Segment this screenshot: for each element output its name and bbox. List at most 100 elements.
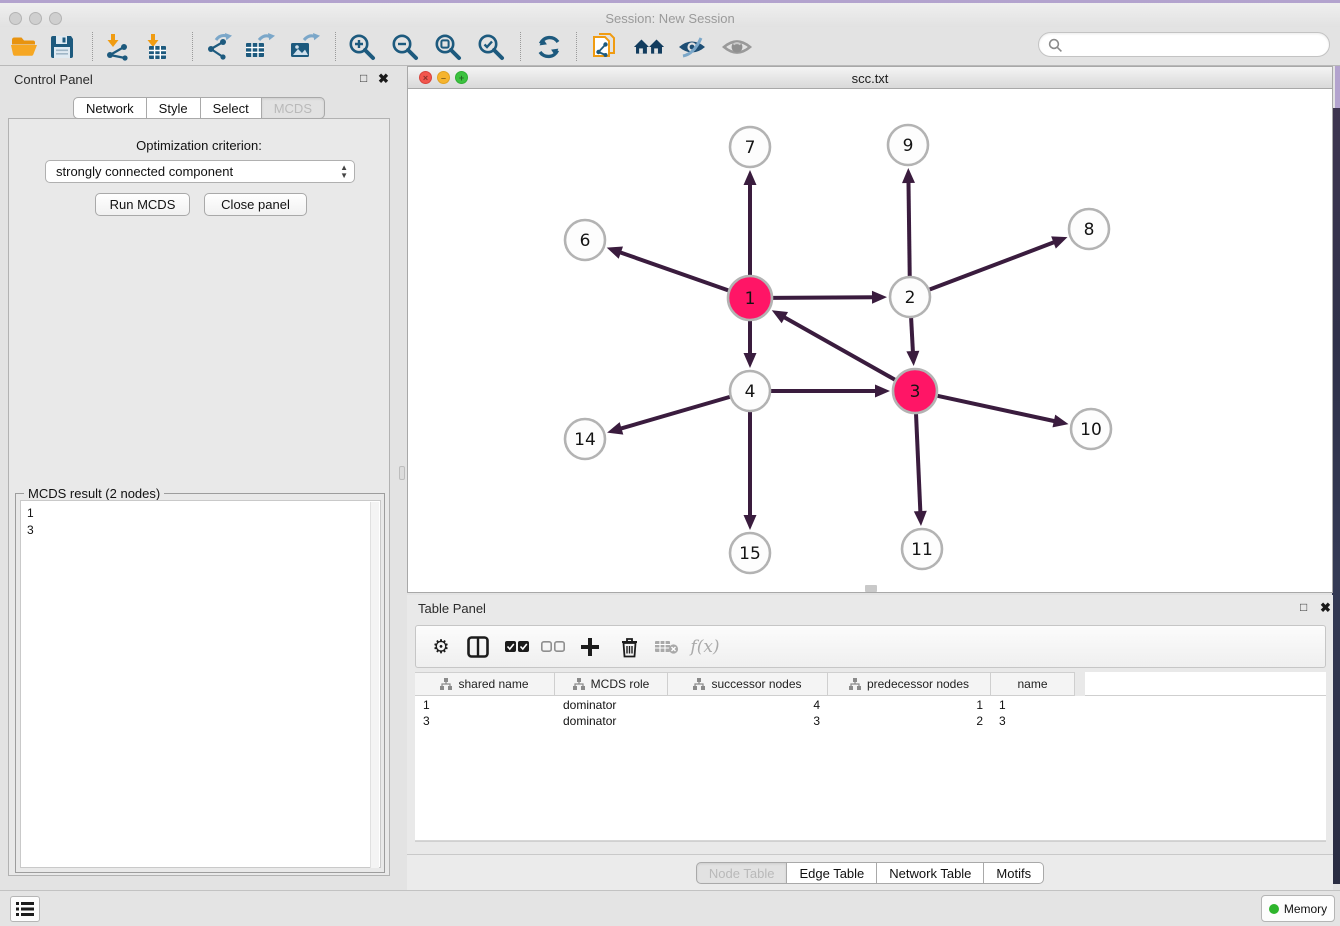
mcds-result-item: 3	[27, 522, 374, 539]
hierarchy-icon	[693, 678, 705, 690]
control-panel-float-icon[interactable]: □	[360, 71, 367, 85]
optimization-criterion-label: Optimization criterion:	[9, 138, 389, 153]
network-canvas-svg[interactable]: 7968124314101511	[408, 89, 1332, 593]
export-network-icon[interactable]	[203, 31, 235, 63]
cell: dominator	[555, 697, 668, 713]
zoom-fit-icon[interactable]	[432, 31, 464, 63]
graph-edge-2-8[interactable]	[930, 241, 1057, 289]
column-header-MCDS-role[interactable]: MCDS role	[555, 673, 668, 695]
graph-edge-3-10[interactable]	[937, 396, 1056, 422]
control-panel-body: Optimization criterion: strongly connect…	[8, 118, 390, 876]
export-table-icon[interactable]	[243, 31, 275, 63]
cell: 1	[991, 697, 1075, 713]
status-bar: Memory	[0, 890, 1340, 926]
cell: 1	[415, 697, 555, 713]
network-window-titlebar[interactable]: × – + scc.txt	[408, 67, 1332, 89]
edge-arrowhead	[902, 168, 915, 183]
task-history-button[interactable]	[10, 896, 40, 922]
zoom-selected-icon[interactable]	[475, 31, 507, 63]
zoom-in-icon[interactable]	[346, 31, 378, 63]
graph-node-label: 4	[745, 382, 756, 402]
tab-motifs[interactable]: Motifs	[984, 862, 1044, 884]
column-header-name[interactable]: name	[991, 673, 1075, 695]
graph-edge-3-1[interactable]	[782, 316, 895, 380]
hide-eye-icon[interactable]	[676, 31, 708, 63]
graph-edge-4-14[interactable]	[619, 397, 730, 429]
save-icon[interactable]	[46, 31, 78, 63]
mcds-result-groupbox: MCDS result (2 nodes) 13	[15, 493, 385, 873]
cell: 3	[668, 713, 828, 729]
home-neighbors-icon[interactable]	[633, 31, 665, 63]
run-mcds-button[interactable]: Run MCDS	[95, 193, 190, 216]
desktop-background-strip	[1332, 108, 1340, 884]
delete-table-icon[interactable]	[652, 632, 682, 662]
edge-arrowhead	[607, 422, 623, 434]
function-builder-icon[interactable]: f(x)	[688, 632, 722, 662]
tab-node-table[interactable]: Node Table	[696, 862, 788, 884]
tab-network-table[interactable]: Network Table	[877, 862, 984, 884]
close-panel-button[interactable]: Close panel	[204, 193, 307, 216]
import-network-icon[interactable]	[101, 31, 133, 63]
delete-column-icon[interactable]	[616, 632, 642, 662]
column-header-shared-name[interactable]: shared name	[415, 673, 555, 695]
tab-style[interactable]: Style	[147, 97, 201, 119]
splitter-handle[interactable]	[399, 466, 405, 480]
table-row[interactable]: 3dominator323	[415, 713, 1075, 729]
memory-status-icon	[1269, 904, 1279, 914]
select-all-icon[interactable]	[504, 632, 530, 662]
deselect-all-icon[interactable]	[540, 632, 566, 662]
table-header-row: shared nameMCDS rolesuccessor nodesprede…	[415, 672, 1075, 696]
tab-mcds[interactable]: MCDS	[262, 97, 325, 119]
graph-node-label: 9	[903, 136, 914, 156]
export-image-icon[interactable]	[288, 31, 320, 63]
tab-select[interactable]: Select	[201, 97, 262, 119]
add-column-icon[interactable]	[577, 632, 603, 662]
edge-arrowhead	[914, 511, 927, 526]
graph-node-label: 8	[1084, 220, 1095, 240]
refresh-layout-icon[interactable]	[533, 31, 565, 63]
gear-icon[interactable]: ⚙	[428, 632, 454, 662]
graph-node-label: 6	[580, 231, 591, 251]
graph-edge-1-2[interactable]	[773, 297, 875, 298]
open-folder-icon[interactable]	[8, 31, 40, 63]
tab-edge-table[interactable]: Edge Table	[787, 862, 877, 884]
table-row[interactable]: 1dominator411	[415, 697, 1075, 713]
graph-edge-3-11[interactable]	[916, 414, 920, 514]
clone-network-icon[interactable]	[588, 31, 620, 63]
tab-network[interactable]: Network	[73, 97, 147, 119]
cell: 3	[991, 713, 1075, 729]
table-panel-float-icon[interactable]: □	[1300, 600, 1307, 614]
split-panel-icon[interactable]	[464, 632, 492, 662]
column-header-predecessor-nodes[interactable]: predecessor nodes	[828, 673, 991, 695]
cell: 4	[668, 697, 828, 713]
graph-node-label: 10	[1080, 420, 1102, 440]
graph-node-label: 1	[745, 289, 756, 309]
mcds-result-scrollbar[interactable]	[370, 502, 379, 868]
graph-edge-2-9[interactable]	[908, 180, 909, 276]
network-resize-handle[interactable]	[865, 585, 877, 592]
graph-edge-1-6[interactable]	[618, 252, 728, 291]
table-panel-close-icon[interactable]: ✖	[1320, 600, 1331, 616]
search-input[interactable]	[1067, 34, 1322, 55]
zoom-out-icon[interactable]	[389, 31, 421, 63]
edge-arrowhead	[607, 246, 623, 258]
table-horizontal-scrollbar[interactable]	[415, 841, 1326, 854]
show-eye-icon[interactable]	[721, 31, 753, 63]
search-field[interactable]	[1038, 32, 1330, 57]
panel-splitter[interactable]	[398, 66, 407, 878]
import-table-icon[interactable]	[141, 31, 173, 63]
graph-edge-2-3[interactable]	[911, 318, 913, 354]
mcds-result-list[interactable]: 13	[20, 500, 381, 868]
toolbar-separator	[335, 32, 336, 61]
hierarchy-icon	[440, 678, 452, 690]
table-panel: Table Panel □ ✖ ⚙ f(x) shared nameMCDS r…	[407, 595, 1333, 890]
table-tabs: Node TableEdge TableNetwork TableMotifs	[407, 862, 1333, 884]
cell: 2	[828, 713, 991, 729]
memory-button[interactable]: Memory	[1261, 895, 1335, 922]
edge-arrowhead	[906, 351, 919, 366]
edge-arrowhead	[1052, 415, 1068, 428]
control-panel-close-icon[interactable]: ✖	[378, 71, 389, 87]
column-header-successor-nodes[interactable]: successor nodes	[668, 673, 828, 695]
search-icon	[1048, 38, 1063, 53]
criterion-select[interactable]: strongly connected component ▲▼	[45, 160, 355, 183]
